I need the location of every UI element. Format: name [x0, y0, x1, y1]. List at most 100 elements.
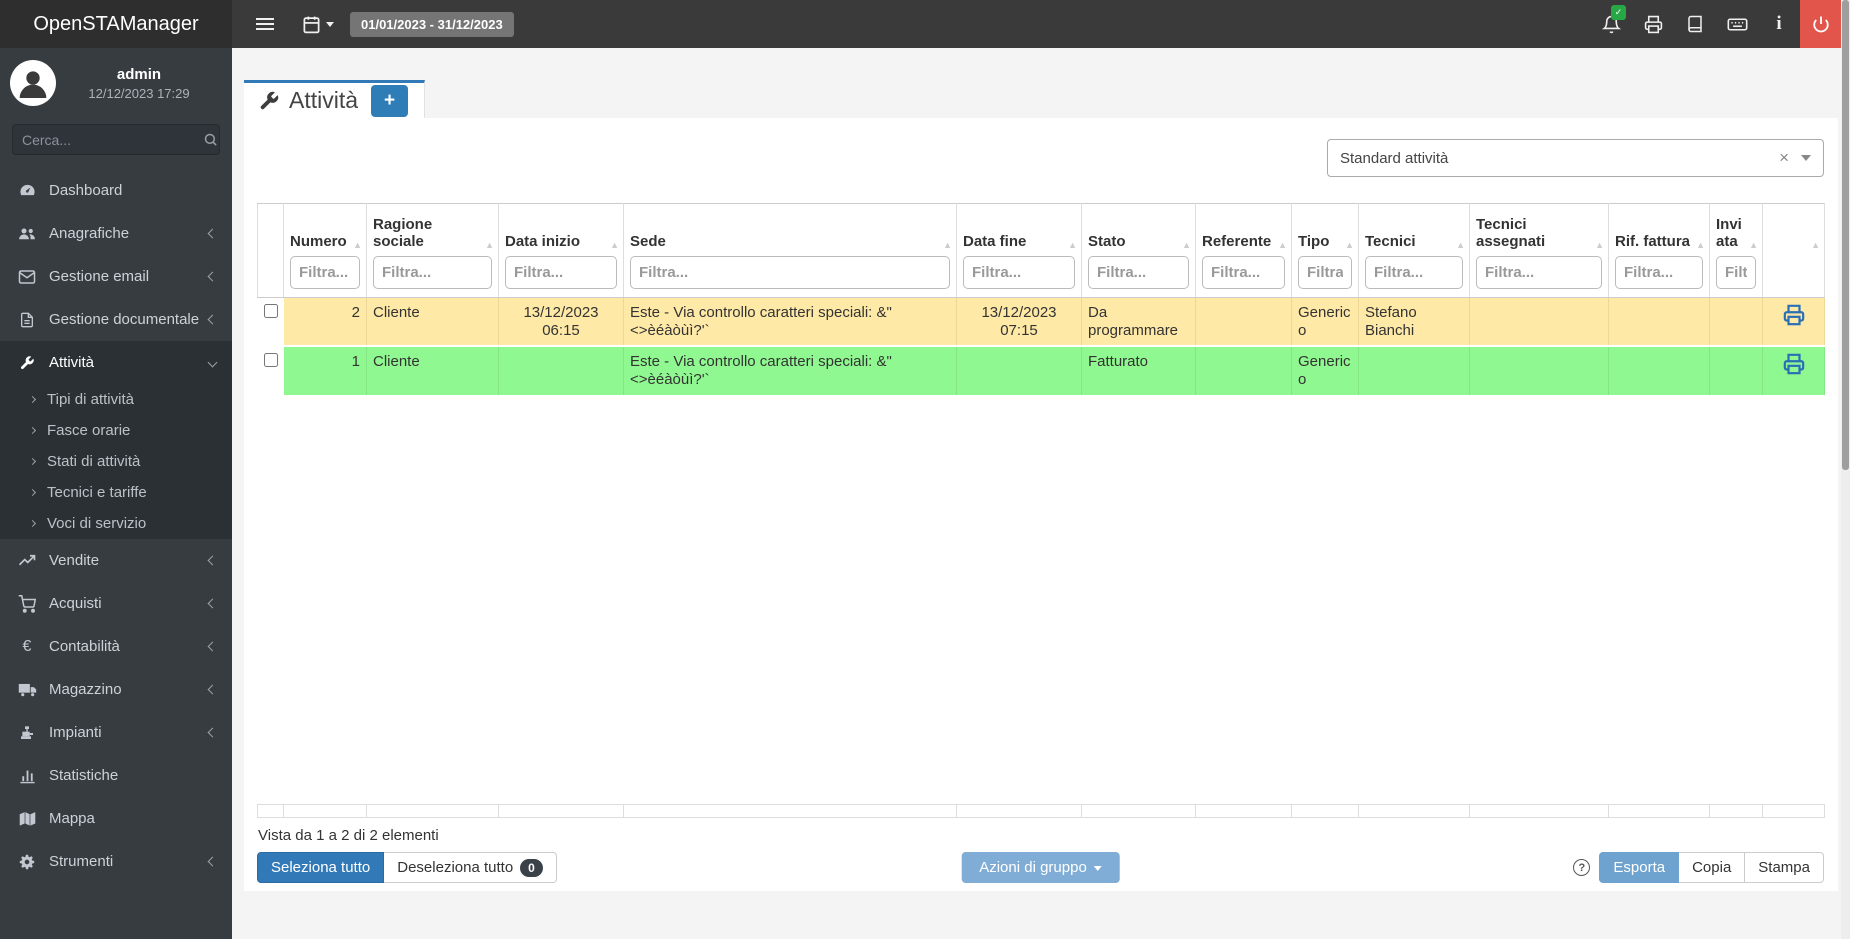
print-table-button[interactable]: Stampa	[1745, 852, 1824, 883]
notifications-button[interactable]: ✓	[1590, 0, 1632, 48]
sidebar-subitem-tecnici-e-tariffe[interactable]: Tecnici e tariffe	[0, 477, 232, 508]
column-header-tipo[interactable]: Tipo ▲	[1291, 203, 1359, 298]
add-activity-button[interactable]: +	[371, 84, 409, 117]
filter-input-ragione-sociale[interactable]	[373, 256, 492, 289]
search-icon[interactable]	[203, 132, 218, 147]
user-datetime: 12/12/2023 17:29	[88, 85, 190, 101]
column-header-inviata[interactable]: Inviata ▲	[1709, 203, 1763, 298]
chevron-right-icon	[28, 519, 37, 528]
filter-input-sede[interactable]	[630, 256, 950, 289]
scrollbar-thumb[interactable]	[1842, 0, 1849, 470]
cell-data-inizio: 13/12/2023 06:15	[498, 297, 624, 348]
filter-input-stato[interactable]	[1088, 256, 1189, 289]
column-header-tecnici[interactable]: Tecnici ▲	[1358, 203, 1470, 298]
column-header-data-fine[interactable]: Data fine ▲	[956, 203, 1082, 298]
filter-input-tipo[interactable]	[1298, 256, 1352, 289]
tachometer-icon	[16, 182, 38, 199]
column-header-stato[interactable]: Stato ▲	[1081, 203, 1196, 298]
help-icon[interactable]: ?	[1573, 859, 1591, 876]
print-row-icon[interactable]	[1783, 304, 1805, 326]
column-header-sede[interactable]: Sede ▲	[623, 203, 957, 298]
column-header-rif-fattura[interactable]: Rif. fattura ▲	[1608, 203, 1710, 298]
caret-down-icon	[1093, 865, 1102, 871]
activity-type-select[interactable]: Standard attività ×	[1327, 139, 1824, 177]
chevron-left-icon	[207, 598, 218, 609]
filter-input-inviata[interactable]	[1716, 256, 1756, 289]
table-row[interactable]: 1 Cliente Este - Via controllo caratteri…	[257, 346, 1825, 397]
sidebar-subitem-fasce-orarie[interactable]: Fasce orarie	[0, 415, 232, 446]
print-button[interactable]	[1632, 0, 1674, 48]
page-scrollbar[interactable]	[1841, 0, 1850, 939]
filter-input-tecnici[interactable]	[1365, 256, 1463, 289]
sidebar-item-vendite[interactable]: Vendite	[0, 539, 232, 582]
column-header-actions[interactable]: ▲	[1762, 203, 1825, 298]
main-content: Attività + Standard attività × Numero ▲ …	[232, 48, 1850, 939]
row-checkbox[interactable]	[263, 304, 278, 318]
table-info: Vista da 1 a 2 di 2 elementi	[258, 827, 439, 844]
column-header-numero[interactable]: Numero ▲	[283, 203, 367, 298]
filter-input-data-fine[interactable]	[963, 256, 1075, 289]
cell-numero: 1	[283, 346, 367, 397]
column-header-data-inizio[interactable]: Data inizio ▲	[498, 203, 624, 298]
sidebar-subitem-tipi-di-attivita[interactable]: Tipi di attività	[0, 384, 232, 415]
sidebar-item-gestione-email[interactable]: Gestione email	[0, 255, 232, 298]
power-icon	[1812, 15, 1830, 33]
chevron-left-icon	[207, 727, 218, 738]
column-header-ragione-sociale[interactable]: Ragione sociale ▲	[366, 203, 499, 298]
filter-input-data-inizio[interactable]	[505, 256, 617, 289]
sidebar-item-contabilita[interactable]: € Contabilità	[0, 625, 232, 668]
sidebar-item-strumenti[interactable]: Strumenti	[0, 840, 232, 883]
group-actions-button[interactable]: Azioni di gruppo	[961, 852, 1120, 883]
app-logo[interactable]: OpenSTAManager	[0, 0, 232, 48]
filter-input-numero[interactable]	[290, 256, 360, 289]
machine-icon	[16, 725, 38, 741]
column-header-tecnici-assegnati[interactable]: Tecnici assegnati ▲	[1469, 203, 1609, 298]
info-icon: i	[1776, 13, 1782, 34]
chevron-right-icon	[28, 395, 37, 404]
sidebar-item-impianti[interactable]: Impianti	[0, 711, 232, 754]
filter-input-rif-fattura[interactable]	[1615, 256, 1703, 289]
tab-attivita[interactable]: Attività +	[244, 80, 426, 118]
sidebar-item-anagrafiche[interactable]: Anagrafiche	[0, 212, 232, 255]
filter-input-referente[interactable]	[1202, 256, 1285, 289]
sidebar-item-statistiche[interactable]: Statistiche	[0, 754, 232, 797]
info-button[interactable]: i	[1758, 0, 1800, 48]
sidebar-item-acquisti[interactable]: Acquisti	[0, 582, 232, 625]
filter-input-tecnici-assegnati[interactable]	[1476, 256, 1602, 289]
table-row[interactable]: 2 Cliente 13/12/2023 06:15 Este - Via co…	[257, 297, 1825, 348]
topbar-actions: ✓ i	[1590, 0, 1850, 48]
sidebar-item-magazzino[interactable]: Magazzino	[0, 668, 232, 711]
sort-arrow-icon: ▲	[1811, 240, 1820, 250]
sidebar-item-dashboard[interactable]: Dashboard	[0, 169, 232, 212]
select-caret-icon	[1801, 155, 1811, 161]
cell-data-fine: 13/12/2023 07:15	[956, 297, 1082, 348]
select-clear-icon[interactable]: ×	[1767, 148, 1801, 168]
docs-button[interactable]	[1674, 0, 1716, 48]
sidebar-toggle-button[interactable]	[250, 9, 280, 39]
print-row-icon[interactable]	[1783, 353, 1805, 375]
cell-referente	[1195, 346, 1292, 397]
cell-referente	[1195, 297, 1292, 348]
sidebar-item-attivita[interactable]: Attività	[0, 341, 232, 384]
shortcuts-button[interactable]	[1716, 0, 1758, 48]
document-icon	[16, 312, 38, 328]
date-range-badge[interactable]: 01/01/2023 - 31/12/2023	[350, 11, 514, 37]
select-all-button[interactable]: Seleziona tutto	[257, 852, 385, 883]
export-button[interactable]: Esporta	[1599, 852, 1680, 883]
avatar[interactable]	[10, 60, 56, 106]
page-title: Attività	[289, 87, 359, 113]
search-input[interactable]	[22, 131, 203, 148]
logout-button[interactable]	[1800, 0, 1841, 48]
row-checkbox[interactable]	[263, 353, 278, 368]
sidebar-item-mappa[interactable]: Mappa	[0, 797, 232, 840]
sidebar-item-gestione-documentale[interactable]: Gestione documentale	[0, 298, 232, 341]
sidebar-subitem-voci-di-servizio[interactable]: Voci di servizio	[0, 508, 232, 539]
deselect-all-button[interactable]: Deseleziona tutto 0	[384, 852, 557, 883]
copy-button[interactable]: Copia	[1679, 852, 1746, 883]
truck-icon	[16, 680, 38, 699]
calendar-dropdown[interactable]	[302, 15, 334, 34]
sidebar-subitem-stati-di-attivita[interactable]: Stati di attività	[0, 446, 232, 477]
cell-ragione-sociale: Cliente	[366, 297, 499, 348]
tab-row: Attività +	[244, 80, 1838, 118]
column-header-referente[interactable]: Referente ▲	[1195, 203, 1292, 298]
